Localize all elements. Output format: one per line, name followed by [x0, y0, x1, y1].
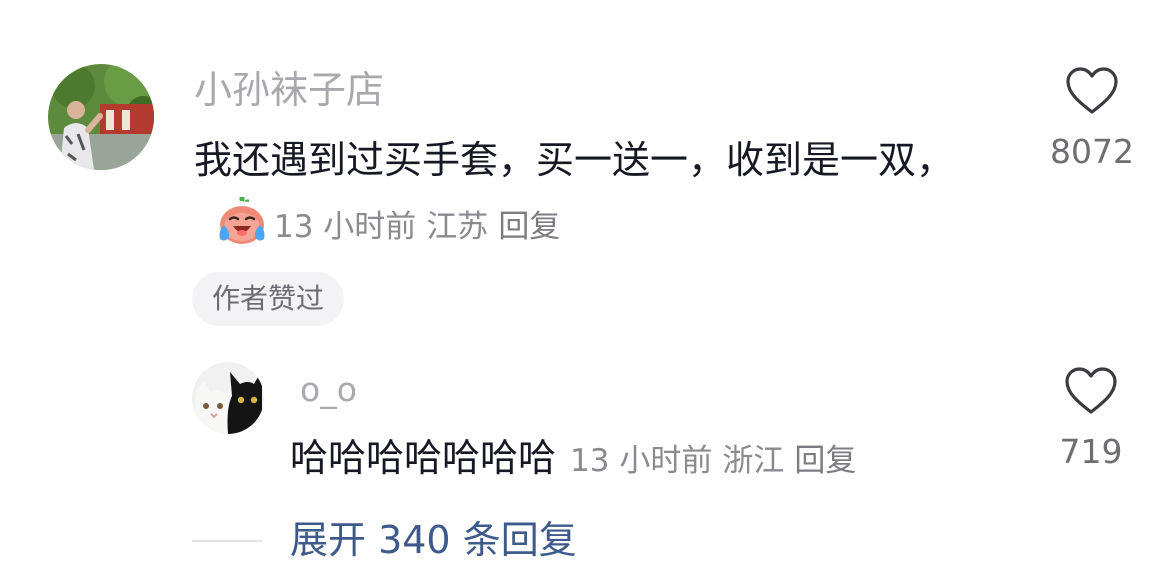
reply-like[interactable]: 719	[1031, 366, 1151, 474]
reply-avatar[interactable]	[192, 362, 264, 434]
comment-location: 江苏	[426, 209, 489, 245]
comment-text: 我还遇到过买手套，买一送一，收到是一双，	[194, 138, 955, 182]
comment-time: 13 小时前	[274, 209, 417, 245]
reply-time: 13 小时前	[570, 443, 713, 479]
reply-button[interactable]: 回复	[498, 209, 560, 245]
crying-laughing-emoji-icon	[216, 195, 268, 247]
expand-replies-button[interactable]: 展开 340 条回复	[290, 514, 577, 566]
comment-body: 我还遇到过买手套，买一送一，收到是一双， 13 小时前 江苏 回复	[194, 128, 994, 259]
reply-meta: 13 小时前 浙江 回复	[570, 443, 856, 479]
comment-like[interactable]: 8072	[1032, 66, 1152, 174]
comment-username[interactable]: 小孙袜子店	[194, 64, 384, 116]
reply-username[interactable]: o_o	[300, 366, 357, 414]
avatar-photo	[48, 64, 154, 170]
expand-divider	[192, 540, 262, 542]
comment-like-count: 8072	[1050, 132, 1134, 171]
comment-meta: 13 小时前 江苏 回复	[274, 209, 560, 245]
reply-location: 浙江	[722, 443, 785, 479]
avatar-cats-photo	[192, 362, 264, 434]
heart-outline-icon[interactable]	[1064, 366, 1118, 416]
reply-reply-button[interactable]: 回复	[794, 443, 856, 479]
author-liked-badge: 作者赞过	[192, 272, 345, 326]
reply-body: 哈哈哈哈哈哈哈 13 小时前 浙江 回复	[290, 430, 856, 489]
avatar[interactable]	[48, 64, 154, 170]
reply-like-count: 719	[1059, 432, 1123, 471]
reply-text: 哈哈哈哈哈哈哈	[290, 436, 557, 480]
heart-outline-icon[interactable]	[1065, 66, 1119, 116]
